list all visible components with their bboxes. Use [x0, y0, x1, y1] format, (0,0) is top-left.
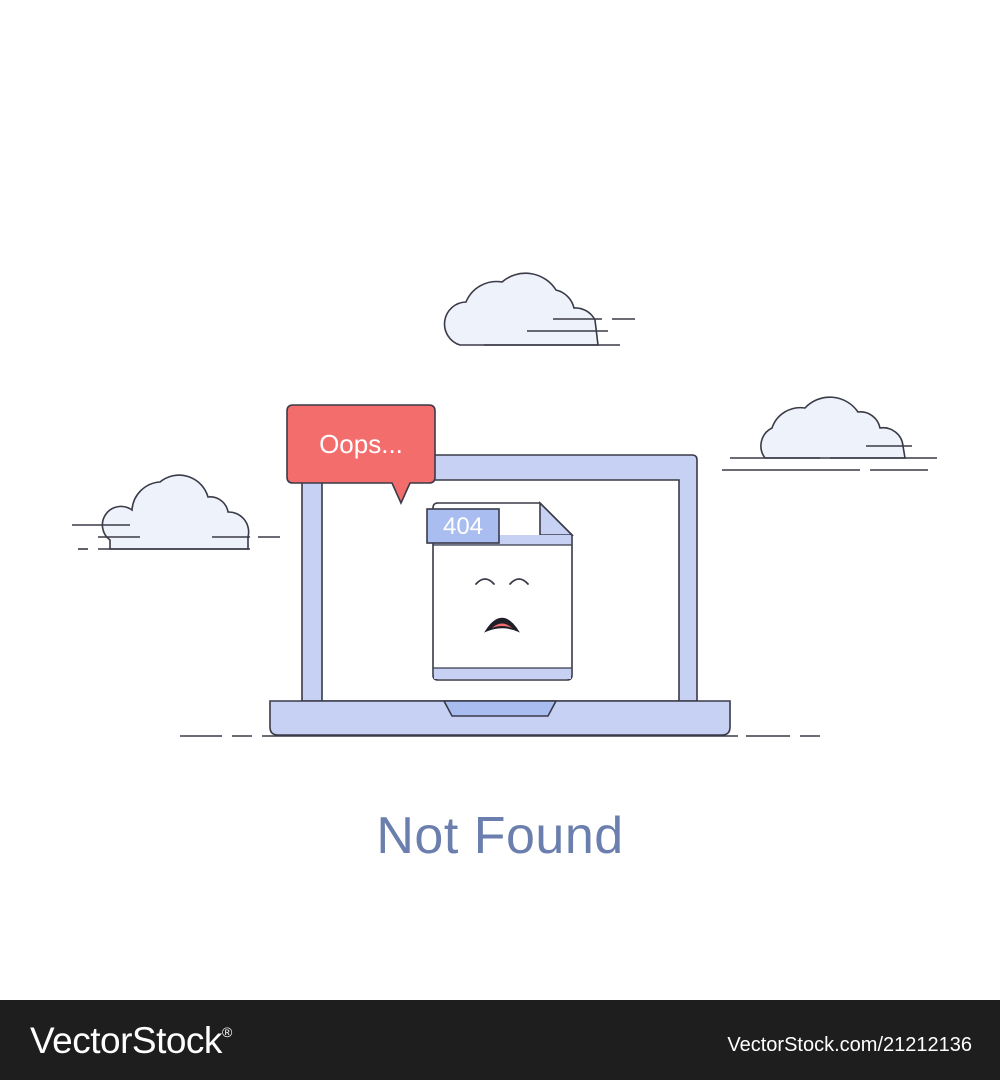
footer-image-id: VectorStock.com/21212136: [727, 1034, 972, 1056]
file-icon: 404: [426, 501, 574, 681]
speech-bubble-label: Oops...: [319, 429, 403, 459]
file-badge-label: 404: [443, 513, 483, 540]
cloud-right: [722, 396, 937, 471]
watermark-footer: VectorStock® VectorStock.com/21212136: [0, 1000, 1000, 1080]
footer-brand: VectorStock®: [30, 1020, 232, 1062]
registered-mark: ®: [221, 1024, 232, 1040]
cloud-left: [72, 474, 280, 550]
cloud-top: [443, 272, 635, 346]
footer-brand-text: VectorStock: [30, 1020, 222, 1061]
not-found-title: Not Found: [376, 807, 624, 865]
